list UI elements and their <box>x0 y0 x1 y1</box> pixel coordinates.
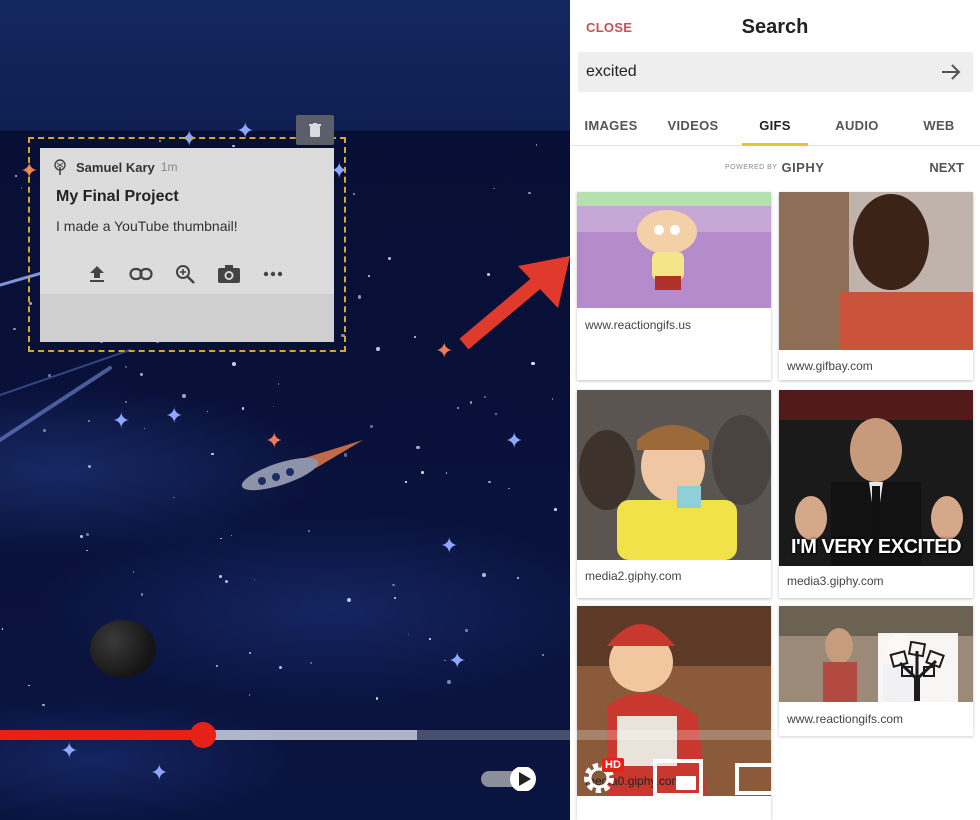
tab-gifs[interactable]: GIFS <box>734 106 816 146</box>
post-title: My Final Project <box>56 188 179 205</box>
channel-watermark-tree-logo[interactable] <box>878 633 958 711</box>
progress-scrubber-handle[interactable] <box>189 722 216 748</box>
autoplay-toggle[interactable] <box>481 767 537 791</box>
result-card[interactable]: I'M VERY EXCITED media3.giphy.com <box>779 390 973 598</box>
result-thumbnail <box>577 192 771 308</box>
giphy-logo: GIPHY <box>781 160 825 175</box>
camera-button[interactable] <box>216 262 242 286</box>
post-footer <box>40 294 334 342</box>
zoom-button[interactable] <box>172 262 198 286</box>
annotation-arrow-icon <box>459 256 570 350</box>
planet-illustration <box>90 620 156 678</box>
search-tabs: IMAGES VIDEOS GIFS AUDIO WEB <box>570 106 980 146</box>
link-button[interactable] <box>128 262 154 286</box>
tab-videos[interactable]: VIDEOS <box>652 106 734 145</box>
tree-icon <box>889 641 945 701</box>
zoom-icon <box>176 265 195 284</box>
result-card[interactable]: www.gifbay.com <box>779 192 973 380</box>
result-thumbnail <box>577 390 771 560</box>
arrow-right-icon[interactable] <box>939 60 963 84</box>
post-timestamp: 1m <box>160 160 178 174</box>
search-panel-header: CLOSE Search <box>570 0 980 52</box>
camera-icon <box>218 265 240 283</box>
upload-icon <box>90 266 104 282</box>
search-box <box>578 52 973 92</box>
fullscreen-icon[interactable] <box>898 760 938 798</box>
powered-by-giphy: POWERED BY GIPHY <box>725 160 824 175</box>
result-thumbnail <box>779 192 973 350</box>
link-icon <box>129 267 153 281</box>
tab-images[interactable]: IMAGES <box>570 106 652 145</box>
result-source: www.gifbay.com <box>787 359 873 373</box>
cast-icon[interactable] <box>812 758 862 798</box>
delete-button[interactable] <box>296 115 334 145</box>
avatar-tree-icon <box>54 159 66 175</box>
hd-badge: HD <box>602 758 624 772</box>
tab-web[interactable]: WEB <box>898 106 980 145</box>
more-button[interactable] <box>260 262 286 286</box>
rocket-illustration <box>241 440 363 491</box>
result-source: media2.giphy.com <box>585 569 682 583</box>
space-canvas[interactable]: ✦ ✦ ✦ ✦ ✦ ✦ ✦ ✦ ✦ ✦ ✦ ✦ ✦ Samuel Kary 1m… <box>0 0 570 820</box>
comet-streaks <box>0 260 131 442</box>
result-source: www.reactiongifs.us <box>585 318 692 332</box>
progress-played <box>0 730 203 740</box>
upload-button[interactable] <box>84 262 110 286</box>
miniplayer-icon[interactable] <box>652 758 704 798</box>
result-card[interactable]: www.reactiongifs.us <box>577 192 771 380</box>
powered-by-prefix: POWERED BY <box>725 164 778 171</box>
result-caption: I'M VERY EXCITED <box>790 536 962 558</box>
video-progress-bar[interactable] <box>0 722 980 748</box>
post-body: I made a YouTube thumbnail! <box>56 218 238 234</box>
post-card[interactable]: Samuel Kary 1m My Final Project I made a… <box>40 148 334 342</box>
screen: ✦ ✦ ✦ ✦ ✦ ✦ ✦ ✦ ✦ ✦ ✦ ✦ ✦ Samuel Kary 1m… <box>0 0 980 820</box>
post-author: Samuel Kary <box>76 159 155 175</box>
next-button[interactable]: NEXT <box>929 160 964 175</box>
result-source: www.reactiongifs.com <box>787 712 904 726</box>
more-icon <box>263 271 283 277</box>
panel-title: Search <box>741 16 809 38</box>
search-input[interactable] <box>586 60 926 84</box>
trash-icon <box>309 123 321 137</box>
tab-audio[interactable]: AUDIO <box>816 106 898 145</box>
post-header: Samuel Kary 1m <box>40 148 334 178</box>
result-card[interactable]: media2.giphy.com <box>577 390 771 598</box>
result-source: media3.giphy.com <box>787 574 884 588</box>
theater-mode-icon[interactable] <box>734 762 782 796</box>
post-actions <box>84 262 286 286</box>
